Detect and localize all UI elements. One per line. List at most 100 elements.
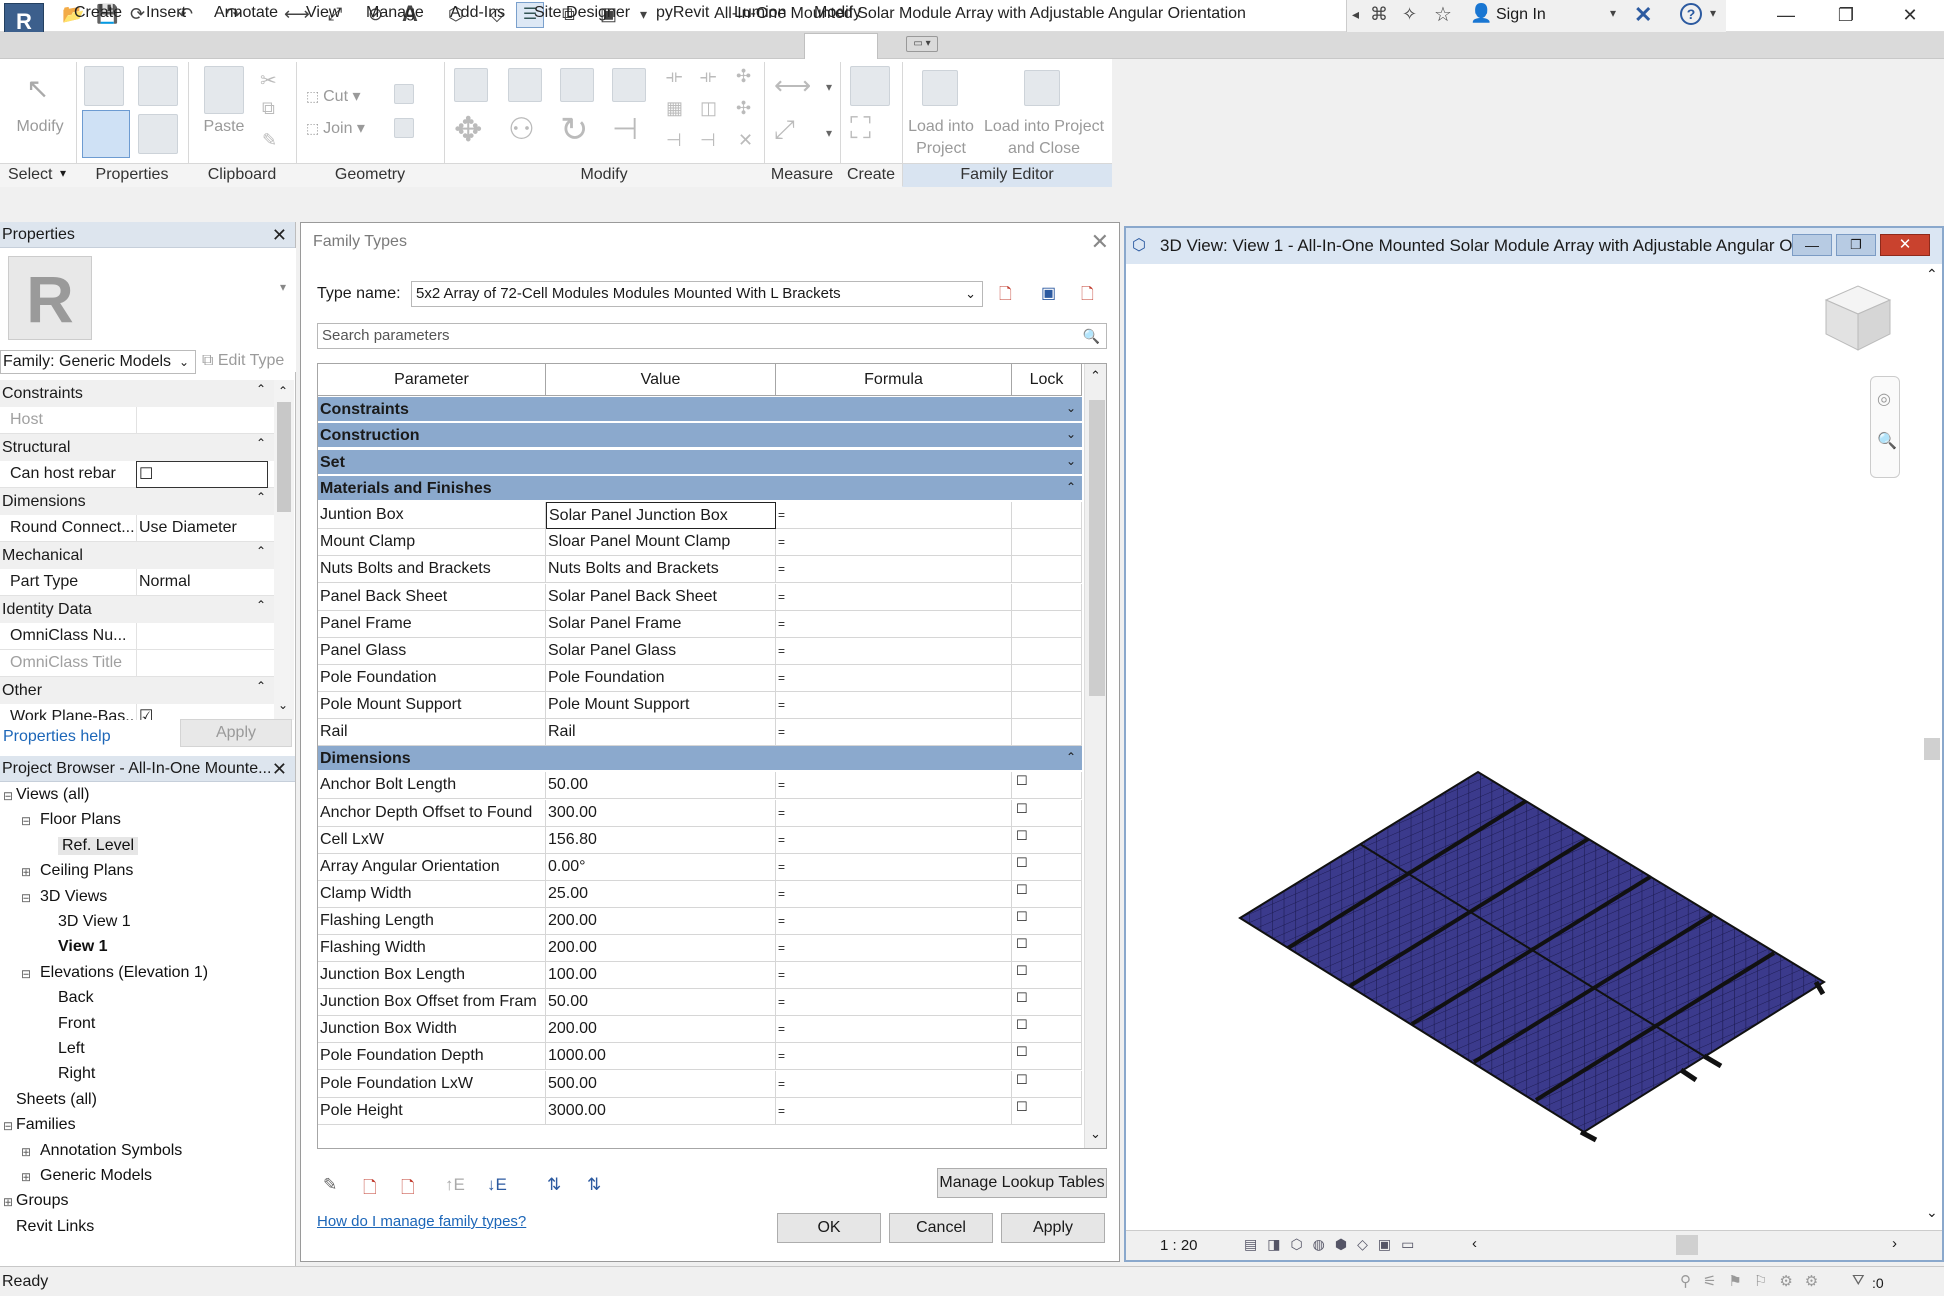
parameter-lock[interactable]: ☐ [1012,880,1082,908]
scroll-down-icon[interactable]: ⌄ [1090,1126,1101,1142]
viewcube[interactable] [1818,278,1898,354]
modify-button[interactable]: Modify [8,118,72,136]
collapse-arrow-icon[interactable]: ◂ [1352,6,1359,23]
browser-item[interactable]: Annotation Symbols [40,1142,182,1160]
sign-in-link[interactable]: Sign In [1496,6,1546,24]
scroll-up-icon[interactable]: ⌃ [1926,266,1938,283]
tree-expand-icon[interactable]: ⊞ [20,1170,32,1184]
parameter-lock[interactable] [1012,664,1082,692]
browser-item[interactable]: Ceiling Plans [40,862,133,880]
parameter-value[interactable]: Pole Foundation [546,664,776,692]
favorites-star-icon[interactable]: ☆ [1434,2,1452,27]
hscroll-thumb[interactable] [1676,1235,1698,1255]
match-properties-icon[interactable]: ✎ [262,130,277,151]
split-face-icon[interactable] [394,118,414,138]
ribbon-minimize-icon[interactable]: ▭ ▾ [906,36,938,52]
parameter-value[interactable]: 25.00 [546,880,776,908]
type-selector-dropdown-icon[interactable]: ▾ [280,280,286,294]
tree-expand-icon[interactable]: ⊟ [2,789,14,803]
parameter-value[interactable]: Solar Panel Back Sheet [546,583,776,611]
parameter-lock[interactable]: ☐ [1012,799,1082,827]
new-type-icon[interactable]: 🗋 [999,283,1012,310]
browser-item[interactable]: Floor Plans [40,811,121,829]
vscroll-thumb[interactable] [1924,738,1940,760]
cancel-button[interactable]: Cancel [889,1213,993,1243]
browser-item[interactable]: Families [16,1116,76,1134]
parameter-group-header[interactable]: Constraints ⌄ [318,397,1082,423]
align-icon[interactable] [454,68,488,102]
parameter-value[interactable]: Pole Mount Support [546,691,776,719]
parameter-group-header[interactable]: Materials and Finishes ⌃ [318,474,1082,502]
column-header-value[interactable]: Value [546,364,776,396]
minimize-icon[interactable]: — [1756,0,1816,32]
parameter-lock[interactable]: ☐ [1012,1043,1082,1071]
family-filter-select[interactable]: Family: Generic Models ⌄ [0,350,196,374]
parameter-lock[interactable]: ☐ [1012,826,1082,854]
column-header-parameter[interactable]: Parameter [318,364,546,396]
scroll-up-icon[interactable]: ⌃ [278,384,288,398]
property-value[interactable]: Normal [136,569,268,596]
parameter-lock[interactable] [1012,556,1082,584]
move-down-icon[interactable]: ↓E [487,1175,507,1195]
collapse-icon[interactable]: ⌃ [256,430,266,457]
tab-modify[interactable]: Modify [814,4,861,22]
browser-item[interactable]: Sheets (all) [16,1091,97,1109]
tab-view[interactable]: View [306,4,340,22]
parameter-formula[interactable]: = [776,637,1012,665]
parameter-formula[interactable]: = [776,691,1012,719]
view-minimize-icon[interactable]: — [1792,234,1832,256]
tree-expand-icon[interactable]: ⊟ [2,1119,14,1133]
wall-joins-icon[interactable] [394,84,414,104]
type-name-select[interactable]: 5x2 Array of 72-Cell Modules Modules Mou… [411,281,983,307]
parameter-lock[interactable]: ☐ [1012,935,1082,962]
parameter-value[interactable]: 200.00 [546,935,776,962]
cut-scissors-icon[interactable]: ✂ [260,68,277,93]
parameter-lock[interactable]: ☐ [1012,907,1082,935]
parameter-formula[interactable]: = [776,610,1012,638]
column-header-formula[interactable]: Formula [776,364,1012,396]
tab-create[interactable]: Create [74,4,122,22]
browser-item[interactable]: Back [58,989,94,1007]
group-chevron-icon[interactable]: ⌃ [1066,744,1076,770]
column-header-lock[interactable]: Lock [1012,364,1082,396]
view-vscroll[interactable]: ⌃ ⌄ [1922,266,1942,1230]
group-chevron-icon[interactable]: ⌄ [1066,448,1076,474]
join-geometry-button[interactable]: ⬚ Join ▾ [306,118,365,138]
property-group[interactable]: Dimensions ⌃ [0,488,274,515]
tab-insert[interactable]: Insert [146,4,186,22]
parameter-formula[interactable]: = [776,826,1012,854]
parameter-value[interactable]: 50.00 [546,989,776,1017]
zoom-icon[interactable]: 🔍 [1877,431,1897,451]
filter-icon[interactable]: ⛛ [1852,1272,1865,1289]
select-dropdown-icon[interactable]: ▾ [60,166,66,180]
property-group[interactable]: Identity Data ⌃ [0,596,274,623]
parameter-formula[interactable]: = [776,962,1012,990]
browser-item[interactable]: 3D View 1 [58,913,131,931]
parameter-value[interactable]: 3000.00 [546,1097,776,1125]
split-gap-icon[interactable]: ⟛ [700,66,716,87]
parameter-formula[interactable]: = [776,664,1012,692]
rotate-icon[interactable]: ↻ [560,110,589,150]
parameter-formula[interactable]: = [776,556,1012,584]
group-chevron-icon[interactable]: ⌄ [1066,397,1076,421]
load-into-project-close-icon[interactable] [1024,70,1060,106]
cut-geometry-button[interactable]: ⬚ Cut ▾ [306,86,361,106]
search-parameters-input[interactable]: Search parameters 🔍 [317,323,1107,349]
browser-close-icon[interactable]: ✕ [272,756,287,782]
parameter-formula[interactable]: = [776,935,1012,962]
sync-icon[interactable]: ⟳ [130,4,145,26]
browser-item[interactable]: Generic Models [40,1167,152,1185]
parameter-lock[interactable]: ☐ [1012,1070,1082,1098]
pin-icon[interactable]: ✣ [736,66,751,87]
scale-icon[interactable]: ◫ [700,98,717,119]
measure-dropdown2-icon[interactable]: ▾ [826,126,832,140]
parameter-formula[interactable]: = [776,772,1012,800]
parameter-formula[interactable]: = [776,1070,1012,1098]
sort-ascending-icon[interactable]: ⇅ [547,1175,561,1195]
parameter-formula[interactable]: = [776,502,1012,530]
modify-cursor-icon[interactable]: ↖ [26,72,49,105]
group-chevron-icon[interactable]: ⌃ [1066,474,1076,500]
delete-icon[interactable]: ✕ [738,130,753,151]
copy-element-icon[interactable]: ⚇ [508,112,535,147]
collapse-icon[interactable]: ⌃ [256,380,266,403]
